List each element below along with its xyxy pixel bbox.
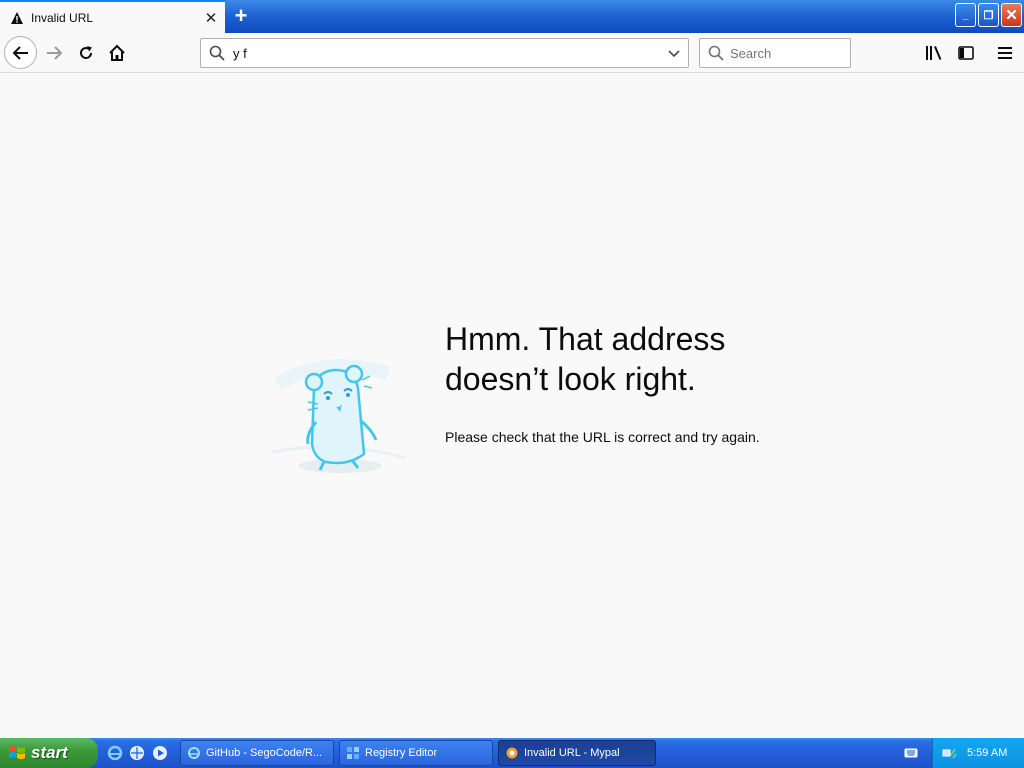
chevron-down-icon: [668, 50, 680, 58]
sidebar-icon: [958, 46, 974, 60]
error-description: Please check that the URL is correct and…: [445, 429, 760, 445]
internet-explorer-icon: [107, 745, 123, 761]
taskbar-item-label: Registry Editor: [365, 747, 438, 759]
registry-editor-icon: [347, 747, 359, 759]
restore-button[interactable]: ❐: [978, 3, 999, 27]
home-icon: [109, 44, 125, 61]
start-label: start: [31, 743, 68, 762]
search-icon: [209, 45, 225, 61]
url-bar[interactable]: y f: [200, 38, 689, 68]
window-close-button[interactable]: ✕: [1001, 3, 1022, 27]
title-bar: Invalid URL ✕ + _ ❐ ✕: [0, 0, 1024, 33]
quicklaunch-media[interactable]: [151, 744, 169, 762]
new-tab-button[interactable]: +: [228, 4, 254, 30]
taskbar-item-mypal[interactable]: Invalid URL - Mypal: [498, 740, 656, 766]
tab-invalid-url[interactable]: Invalid URL ✕: [0, 0, 225, 33]
globe-icon: [130, 746, 144, 760]
forward-button[interactable]: [40, 39, 68, 67]
warning-icon: [11, 11, 23, 24]
reload-button[interactable]: [72, 39, 100, 67]
library-button[interactable]: [920, 39, 948, 67]
taskbar: start GitHub - SegoCode/R... Registry Ed…: [0, 738, 1024, 768]
back-arrow-icon: [12, 45, 28, 60]
start-button[interactable]: start: [0, 738, 98, 768]
reload-icon: [80, 46, 93, 59]
nav-toolbar: y f: [0, 33, 1024, 73]
search-bar[interactable]: [699, 38, 851, 68]
confused-mascot-illustration: [271, 359, 407, 473]
system-tray: 5:59 AM: [932, 738, 1024, 768]
menu-button[interactable]: [991, 39, 1019, 67]
search-icon: [708, 45, 724, 61]
url-input[interactable]: y f: [233, 46, 660, 61]
sidebar-button[interactable]: [952, 39, 980, 67]
minimize-button[interactable]: _: [955, 3, 976, 27]
taskbar-item-github[interactable]: GitHub - SegoCode/R...: [180, 740, 334, 766]
error-heading-line-2: doesn’t look right.: [445, 361, 696, 397]
forward-arrow-icon: [47, 46, 63, 60]
tab-close-icon[interactable]: ✕: [197, 4, 225, 32]
mypal-icon: [506, 747, 518, 759]
quicklaunch-browser[interactable]: [128, 744, 146, 762]
tab-title: Invalid URL: [31, 10, 94, 25]
library-icon: [926, 46, 942, 60]
keyboard-icon[interactable]: [904, 746, 918, 760]
search-input[interactable]: [730, 45, 840, 61]
internet-explorer-icon: [188, 747, 200, 759]
error-heading-line-1: Hmm. That address: [445, 321, 726, 357]
back-button[interactable]: [4, 36, 37, 69]
taskbar-item-label: Invalid URL - Mypal: [524, 747, 620, 759]
network-icon[interactable]: [941, 745, 957, 761]
home-button[interactable]: [103, 39, 131, 67]
taskbar-item-label: GitHub - SegoCode/R...: [206, 747, 323, 759]
media-player-icon: [153, 746, 167, 760]
taskbar-item-registry-editor[interactable]: Registry Editor: [339, 740, 493, 766]
url-dropdown-button[interactable]: [660, 39, 688, 67]
clock[interactable]: 5:59 AM: [967, 747, 1007, 759]
hamburger-menu-icon: [998, 47, 1012, 59]
windows-logo-icon: [9, 746, 25, 759]
window-controls: _ ❐ ✕: [955, 3, 1022, 27]
quicklaunch-ie[interactable]: [106, 744, 124, 762]
error-page: Hmm. That address doesn’t look right. Pl…: [0, 74, 1024, 738]
error-heading: Hmm. That address doesn’t look right.: [445, 319, 805, 399]
